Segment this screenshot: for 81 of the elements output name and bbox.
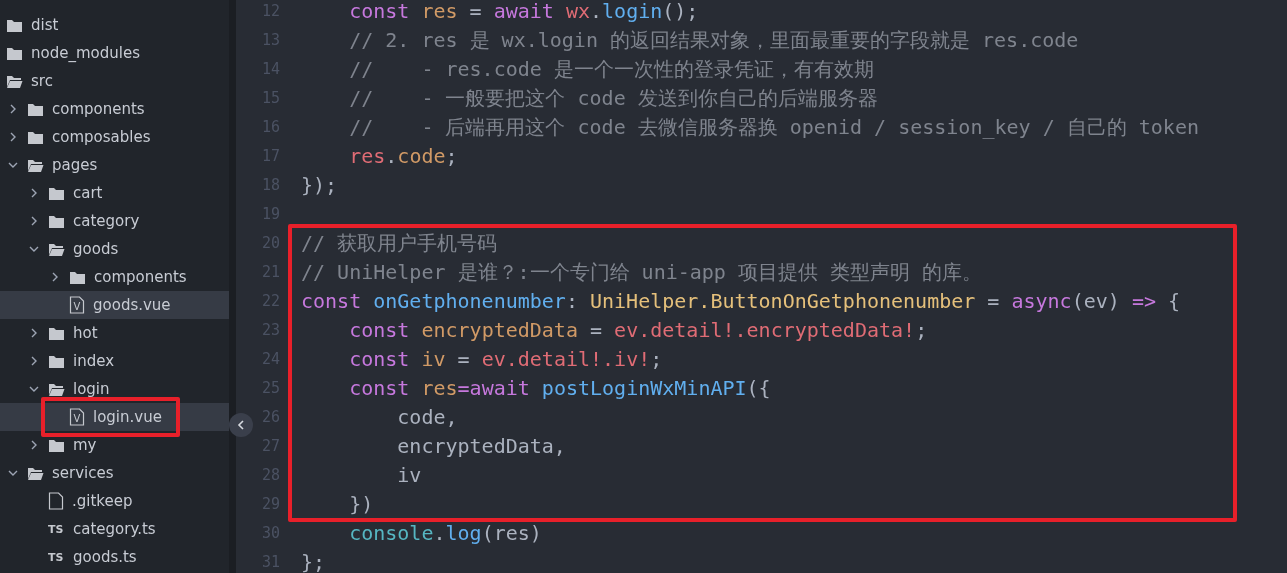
file-name: cart [73, 184, 103, 202]
open-folder-icon [27, 157, 44, 173]
chevron-left-icon [236, 419, 246, 431]
code-line: iv [396, 463, 422, 486]
file-tree-item[interactable]: src [0, 67, 229, 95]
file-name: goods [73, 240, 119, 258]
file-tree-item[interactable]: .gitkeep [0, 487, 229, 515]
folder-icon [6, 45, 23, 61]
code-line: const res=await postLoginWxMinAPI({ [348, 376, 771, 399]
file-tree-item[interactable]: services [0, 459, 229, 487]
code-line: const encryptedData = ev.detail!.encryptedData!; [348, 318, 928, 341]
code-line: console.log(res) [348, 521, 542, 544]
folder-icon [48, 437, 65, 453]
code-line: }; [301, 550, 326, 573]
file-name: index [73, 352, 115, 370]
open-folder-icon [27, 465, 44, 481]
file-tree-item[interactable]: my [0, 431, 229, 459]
file-name: hot [73, 324, 98, 342]
code-line: // - 一般要把这个 code 发送到你自己的后端服务器 [348, 86, 878, 109]
file-name: services [52, 464, 114, 482]
code-line: // - res.code 是一个一次性的登录凭证，有有效期 [348, 57, 874, 80]
code-line: // UniHelper 是谁？:一个专门给 uni-app 项目提供 类型声明 的库。 [301, 260, 983, 283]
folder-icon [48, 353, 65, 369]
file-tree-item[interactable]: composables [0, 123, 229, 151]
file-tree-item[interactable]: dist [0, 11, 229, 39]
folder-icon [6, 17, 23, 33]
code-line: const iv = ev.detail!.iv!; [348, 347, 663, 370]
file-name: components [94, 268, 187, 286]
folder-icon [48, 213, 65, 229]
file-name: composables [52, 128, 151, 146]
code-line: const res = await wx.login(); [348, 0, 699, 22]
vue-file-icon: V [69, 296, 85, 314]
code-line: code, [396, 405, 458, 428]
code-line: const onGetphonenumber: UniHelper.ButtonOnGetphonenumber = async(ev) => { [301, 289, 1181, 312]
code-line: }); [301, 173, 338, 196]
file-name: src [31, 72, 53, 90]
file-name: .gitkeep [72, 492, 133, 510]
file-name: category.ts [73, 520, 156, 538]
file-tree-item[interactable]: login [0, 375, 229, 403]
open-folder-icon [48, 241, 65, 257]
file-tree-item[interactable]: index [0, 347, 229, 375]
ts-file-icon: TS [48, 550, 65, 564]
file-name: goods.ts [73, 548, 137, 566]
folder-icon [48, 185, 65, 201]
code-line: encryptedData, [396, 434, 566, 457]
file-tree-item[interactable]: node_modules [0, 39, 229, 67]
code-line: // 2. res 是 wx.login 的返回结果对象，里面最重要的字段就是 res.code [348, 28, 1079, 51]
file-name: login.vue [93, 408, 162, 426]
file-tree-item[interactable]: TS category.ts [0, 515, 229, 543]
open-folder-icon [6, 73, 23, 89]
file-tree-item[interactable]: components [0, 263, 229, 291]
file-tree-item[interactable]: category [0, 207, 229, 235]
folder-icon [27, 101, 44, 117]
file-tree-item[interactable]: V login.vue [0, 403, 229, 431]
file-tree-item[interactable]: components [0, 95, 229, 123]
file-name: dist [31, 16, 59, 34]
file-name: my [73, 436, 97, 454]
file-tree-item[interactable]: hot [0, 319, 229, 347]
code-line: // - 后端再用这个 code 去微信服务器换 openid / session_key / 自己的 token [348, 115, 1199, 138]
file-name: login [73, 380, 110, 398]
file-name: category [73, 212, 140, 230]
folder-icon [48, 325, 65, 341]
vue-file-icon: V [69, 408, 85, 426]
folder-icon [69, 269, 86, 285]
code-line: }) [348, 492, 374, 515]
ts-file-icon: TS [48, 522, 65, 536]
file-tree-item[interactable]: cart [0, 179, 229, 207]
code-line: res.code; [348, 144, 458, 167]
collapse-sidebar-button[interactable] [229, 413, 253, 437]
open-folder-icon [48, 381, 65, 397]
file-name: components [52, 100, 145, 118]
folder-icon [27, 129, 44, 145]
file-tree-item[interactable]: V goods.vue [0, 291, 229, 319]
file-name: goods.vue [93, 296, 171, 314]
code-line: // 获取用户手机号码 [301, 231, 498, 254]
file-name: node_modules [31, 44, 140, 62]
file-icon [48, 492, 64, 510]
file-name: pages [52, 156, 98, 174]
file-tree-item[interactable]: goods [0, 235, 229, 263]
file-tree-item[interactable]: TS goods.ts [0, 543, 229, 571]
file-tree-item[interactable]: pages [0, 151, 229, 179]
